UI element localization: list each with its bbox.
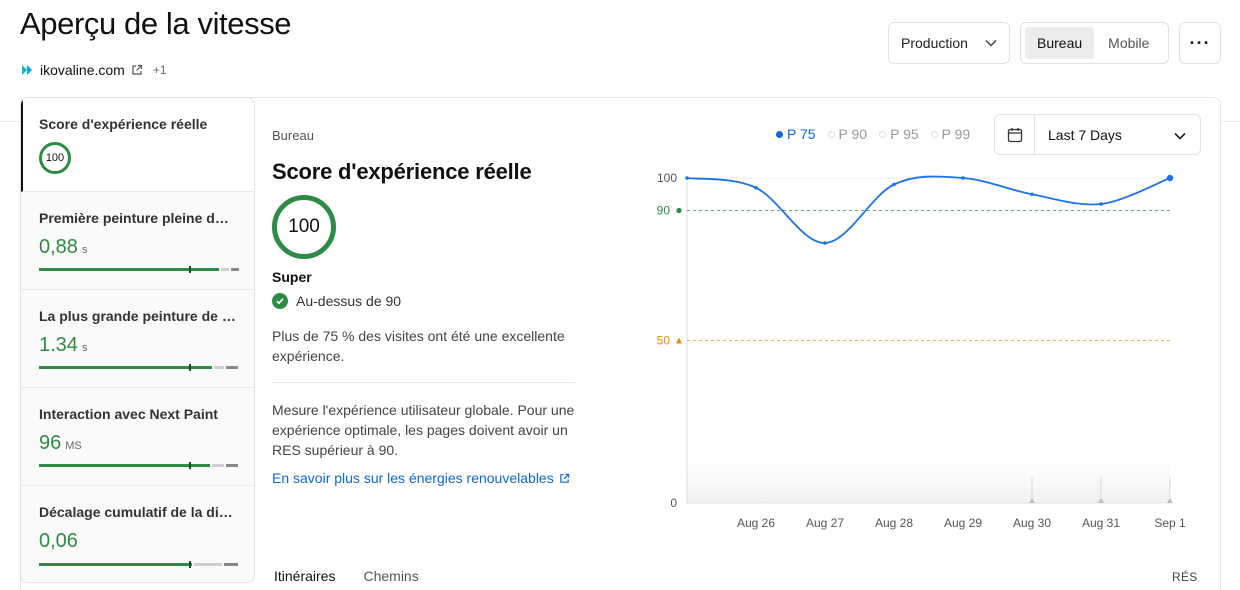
score-ring-large: 100 (272, 195, 336, 259)
chevron-down-icon (1174, 127, 1200, 143)
site-extra-count[interactable]: +1 (153, 63, 167, 77)
legend-dot (776, 130, 783, 138)
threshold-marker-warn (676, 337, 682, 344)
legend-p90[interactable]: P 90 (827, 126, 868, 142)
threshold-row: Au-dessus de 90 (272, 293, 584, 309)
legend-p99[interactable]: P 99 (930, 126, 971, 142)
metric-distribution-bar (39, 266, 239, 273)
more-options-button[interactable]: ··· (1179, 22, 1221, 64)
series-line-p75 (686, 175, 1171, 244)
site-name[interactable]: ikovaline.com (40, 62, 125, 78)
metric-unit: s (81, 244, 88, 256)
visits-description: Plus de 75 % des visites ont été une exc… (272, 328, 565, 364)
metric-value: 1.34 (39, 334, 78, 356)
device-toggle: Bureau Mobile (1020, 22, 1169, 64)
data-point (1166, 174, 1174, 182)
data-point (685, 176, 689, 180)
sidebar-item-lcp[interactable]: La plus grande peinture de c… 1.34 s (21, 290, 254, 388)
site-selector[interactable]: ikovaline.com +1 (22, 62, 167, 78)
metric-distribution-bar (39, 364, 239, 371)
x-tick-label: Aug 27 (806, 516, 844, 530)
chevron-down-icon (985, 39, 997, 47)
data-point (961, 176, 965, 180)
legend-dot (879, 130, 887, 138)
y-tick-label: 100 (657, 171, 677, 185)
metric-description: Mesure l'expérience utilisateur globale.… (272, 402, 575, 458)
score-detail-panel: Bureau Score d'expérience réelle 100 Sup… (272, 128, 584, 486)
external-link-icon[interactable] (131, 64, 143, 76)
y-tick-label: 0 (670, 496, 677, 510)
environment-select[interactable]: Production (888, 22, 1010, 64)
date-range-select[interactable]: Last 7 Days (994, 114, 1201, 155)
learn-more-link[interactable]: En savoir plus sur les énergies renouvel… (272, 470, 584, 486)
tab-mobile[interactable]: Mobile (1096, 27, 1161, 59)
metric-unit: MS (65, 440, 82, 452)
metric-value: 0,88 (39, 236, 78, 258)
res-column-label: RÉS (1172, 570, 1198, 584)
sidebar-item-inp[interactable]: Interaction avec Next Paint 96 MS (21, 388, 254, 486)
sidebar-item-fcp[interactable]: Première peinture pleine de … 0,88 s (21, 192, 254, 290)
metric-name: La plus grande peinture de c… (39, 308, 236, 324)
legend-p95[interactable]: P 95 (879, 126, 919, 142)
x-tick-label: Sep 1 (1154, 516, 1186, 530)
res-line-chart: 0 100 90 50 Aug 26 Aug 27 Aug 28 Aug 29 Aug 30 Au… (657, 171, 1186, 530)
metrics-sidebar: Score d'expérience réelle 100 Première p… (20, 97, 255, 583)
learn-more-text[interactable]: En savoir plus sur les énergies renouvel… (272, 470, 554, 486)
chart-bottom-fade (687, 458, 1170, 503)
tab-bureau[interactable]: Bureau (1025, 27, 1095, 59)
environment-value: Production (901, 35, 968, 51)
data-point (892, 182, 896, 187)
metric-value: 0,06 (39, 530, 78, 552)
device-label: Bureau (272, 128, 314, 143)
threshold-text: Au-dessus de 90 (296, 293, 402, 309)
threshold-label: 90 (657, 204, 671, 218)
rating-label: Super (272, 269, 312, 285)
calendar-icon (995, 115, 1035, 154)
legend-label: P 99 (941, 126, 971, 142)
x-tick-label: Aug 28 (875, 516, 913, 530)
legend-dot (827, 130, 835, 138)
x-tick-label: Aug 29 (944, 516, 982, 530)
legend-label: P 95 (890, 126, 919, 142)
legend-label: P 75 (787, 126, 816, 142)
metric-name: Décalage cumulatif de la dis… (39, 504, 236, 520)
detail-divider (272, 382, 575, 383)
data-point (754, 185, 758, 190)
score-title: Score d'expérience réelle (272, 159, 532, 184)
metric-name: Interaction avec Next Paint (39, 406, 218, 422)
x-tick-label: Aug 30 (1013, 516, 1051, 530)
legend-label: P 90 (838, 126, 868, 142)
metric-distribution-bar (39, 462, 239, 469)
sidebar-item-res[interactable]: Score d'expérience réelle 100 (21, 98, 254, 192)
check-circle-icon (272, 293, 288, 309)
more-icon: ··· (1189, 32, 1211, 53)
metric-value: 96 (39, 432, 62, 454)
metric-unit: s (81, 342, 88, 354)
data-point (823, 241, 827, 245)
metric-name: Première peinture pleine de … (39, 210, 236, 226)
threshold-label: 50 (657, 334, 671, 348)
tab-paths[interactable]: Chemins (363, 568, 418, 584)
metric-name: Score d'expérience réelle (39, 116, 208, 132)
x-tick-label: Aug 31 (1082, 516, 1120, 530)
x-tick-label: Aug 26 (737, 516, 775, 530)
external-link-icon (559, 473, 569, 483)
sidebar-item-cls[interactable]: Décalage cumulatif de la dis… 0,06 (21, 486, 254, 582)
bottom-tabs: Itinéraires Chemins (274, 568, 419, 584)
legend-p75[interactable]: P 75 (776, 126, 816, 142)
data-point (1030, 192, 1034, 197)
metric-distribution-bar (39, 561, 239, 568)
page-title: Aperçu de la vitesse (20, 6, 292, 41)
threshold-marker-good (676, 207, 682, 214)
tab-routes[interactable]: Itinéraires (274, 568, 335, 584)
data-point (1099, 202, 1103, 206)
score-ring: 100 (39, 142, 71, 174)
vercel-play-icon (22, 65, 32, 75)
date-range-value: Last 7 Days (1048, 126, 1122, 143)
legend-dot (930, 130, 938, 138)
percentile-legend: P 75 P 90 P 95 P 99 (776, 126, 970, 142)
